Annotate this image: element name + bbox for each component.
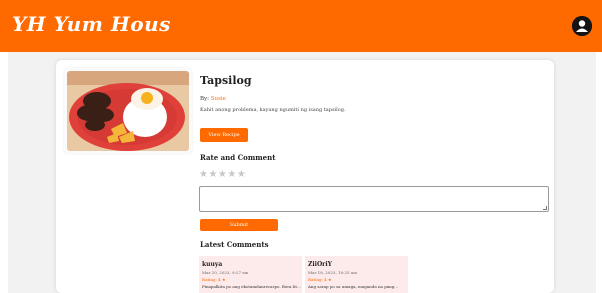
recipe-title: Tapsilog <box>200 74 252 87</box>
comment-card: ZiiOriY Mar 18, 2023, 10:25 am Rating: 4… <box>305 256 408 293</box>
comment-text: Pinapalkita po ang ekotamdanrecarpo. Ber… <box>202 284 301 289</box>
comment-rating: Rating: 4 ★ <box>202 277 226 282</box>
profile-icon[interactable] <box>572 16 592 36</box>
latest-comments-heading: Latest Comments <box>200 240 269 249</box>
recipe-image <box>64 68 192 154</box>
view-recipe-button[interactable]: View Recipe <box>200 128 248 142</box>
recipe-byline: By: Susie <box>200 96 226 102</box>
comment-author: ZiiOriY <box>308 261 332 268</box>
food-photo-tapsilog <box>67 71 189 151</box>
comment-date: Mar 20, 2023, 9:27 am <box>202 270 249 275</box>
rate-comment-heading: Rate and Comment <box>200 153 276 162</box>
comment-date: Mar 18, 2023, 10:25 am <box>308 270 357 275</box>
recipe-description: Kahit anong problema, kayang ngumiti ng … <box>200 107 346 113</box>
comment-rating: Rating: 4 ★ <box>308 277 332 282</box>
resize-handle-icon[interactable] <box>543 206 547 210</box>
comment-card: kuuya Mar 20, 2023, 9:27 am Rating: 4 ★ … <box>199 256 302 293</box>
top-bar: YH Yum Hous <box>0 0 602 52</box>
comment-input[interactable] <box>199 186 549 212</box>
brand-logo[interactable]: YH Yum Hous <box>12 12 171 36</box>
submit-button[interactable]: Submit <box>200 219 278 231</box>
comment-author: kuuya <box>202 261 223 268</box>
star-rating[interactable]: ★★★★★ <box>199 169 246 180</box>
by-label: By: <box>200 96 210 102</box>
author-link[interactable]: Susie <box>211 96 226 102</box>
comment-text: Ang sarap po sa umaga, maganda na pang..… <box>308 284 399 289</box>
